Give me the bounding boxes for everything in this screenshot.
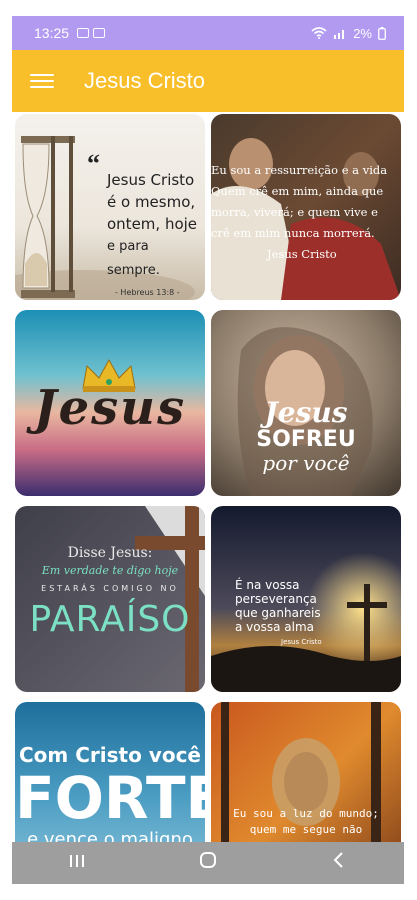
paraiso-line: Em verdade te digo hoje — [41, 564, 179, 577]
verse-line: Quem crê em mim, ainda que — [211, 184, 384, 198]
image-tile-perseveranca[interactable]: É na vossa perseverança que ganhareis a … — [211, 506, 401, 692]
perseveranca-line: perseverança — [235, 592, 317, 606]
quote-line: e para sempre. — [107, 239, 160, 278]
app-screen: 13:25 2% Jesus Cristo “ Jesus Cristo é o… — [12, 16, 404, 884]
notification-icons — [77, 28, 106, 38]
app-bar: Jesus Cristo — [12, 50, 404, 112]
verse-signature: Jesus Cristo — [267, 247, 337, 261]
app-title: Jesus Cristo — [84, 68, 206, 93]
message-notification-icon — [93, 28, 106, 38]
quote-text: Jesus Cristo é o mesmo, ontem, hoje e pa… — [107, 169, 203, 300]
menu-icon[interactable] — [30, 69, 54, 93]
signal-icon — [334, 30, 345, 39]
quote-reference: - Hebreus 13:8 - — [115, 288, 180, 297]
system-nav-bar — [12, 842, 404, 884]
image-tile-ressurreicao[interactable]: Eu sou a ressurreição e a vida Quem crê … — [211, 114, 401, 300]
recents-icon[interactable] — [57, 852, 97, 875]
verse-line: Eu sou a ressurreição e a vida — [211, 163, 388, 177]
back-icon[interactable] — [319, 851, 359, 875]
sofreu-line: SOFREU — [256, 427, 356, 452]
paraiso-line: Disse Jesus: — [67, 545, 153, 561]
luz-text: Eu sou a luz do mundo; quem me segue não — [211, 806, 401, 838]
image-tile-jesus-crown[interactable]: Jesus — [15, 310, 205, 496]
luz-line: quem me segue não — [249, 823, 363, 836]
battery-percent: 2% — [353, 25, 372, 41]
perseveranca-line: a vossa alma — [235, 620, 315, 634]
perseveranca-text: É na vossa perseverança que ganhareis a … — [235, 578, 355, 650]
paraiso-line: ESTARÁS COMIGO NO — [41, 584, 179, 593]
forte-title: FORTE — [15, 764, 205, 832]
battery-icon — [378, 26, 386, 40]
quote-line: ontem, hoje — [107, 215, 198, 233]
luz-line: Eu sou a luz do mundo; — [233, 807, 379, 820]
status-time: 13:25 — [34, 25, 70, 41]
jesus-script-title: Jesus — [33, 380, 187, 436]
image-tile-paraiso[interactable]: Disse Jesus: Em verdade te digo hoje EST… — [15, 506, 205, 692]
svg-text:“: “ — [87, 149, 100, 178]
home-icon[interactable] — [188, 850, 228, 876]
quote-line: é o mesmo, — [107, 193, 196, 211]
verse-line: crê em mim nunca morrerá. — [211, 226, 375, 240]
status-bar: 13:25 2% — [12, 16, 404, 50]
perseveranca-line: É na vossa — [235, 578, 300, 592]
paraiso-text: Disse Jesus: Em verdade te digo hoje EST… — [15, 544, 205, 642]
paraiso-title: PARAÍSO — [29, 599, 191, 640]
forte-text: Com Cristo você FORTE e vence o maligno — [15, 742, 205, 852]
sofreu-line: por você — [262, 451, 350, 475]
perseveranca-line: que ganhareis — [235, 606, 321, 620]
sofreu-line: Jesus — [264, 396, 348, 429]
gallery-notification-icon — [77, 28, 90, 38]
image-tile-hebreus[interactable]: “ Jesus Cristo é o mesmo, ontem, hoje e … — [15, 114, 205, 300]
verse-line: morra, viverá; e quem vive e — [211, 205, 378, 219]
sofreu-text: Jesus SOFREU por você — [211, 396, 401, 475]
status-right: 2% — [311, 26, 386, 41]
verse-text: Eu sou a ressurreição e a vida Quem crê … — [211, 160, 401, 265]
quote-line: Jesus Cristo — [107, 171, 195, 189]
wifi-icon — [311, 27, 327, 39]
image-tile-sofreu[interactable]: Jesus SOFREU por você — [211, 310, 401, 496]
perseveranca-signature: Jesus Cristo — [281, 638, 322, 646]
